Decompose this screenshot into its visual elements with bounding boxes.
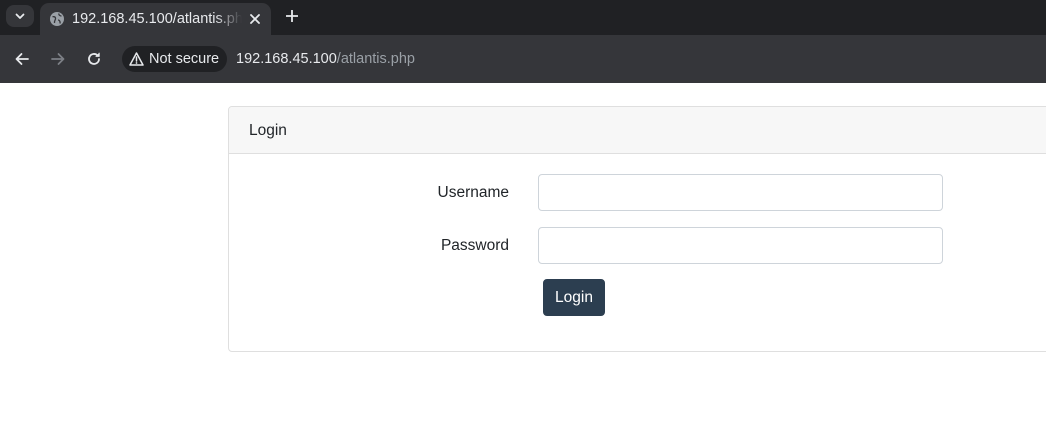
forward-button[interactable] xyxy=(46,47,70,71)
password-input[interactable] xyxy=(538,227,943,264)
page-content: Login Username Password Login xyxy=(0,83,1046,434)
browser-toolbar: Not secure 192.168.45.100/atlantis.php xyxy=(0,35,1046,83)
password-label: Password xyxy=(440,237,509,254)
username-input[interactable] xyxy=(538,174,943,211)
reload-button[interactable] xyxy=(82,47,106,71)
browser-tab[interactable]: 192.168.45.100/atlantis.php xyxy=(40,3,271,35)
card-header: Login xyxy=(229,107,1046,154)
security-label: Not secure xyxy=(149,51,220,67)
url-text[interactable]: 192.168.45.100/atlantis.php xyxy=(236,50,415,68)
url-path: /atlantis.php xyxy=(336,51,415,67)
username-label: Username xyxy=(437,184,510,201)
tab-title: 192.168.45.100/atlantis.php xyxy=(72,11,242,27)
globe-icon xyxy=(50,12,64,26)
card-title: Login xyxy=(249,122,287,139)
plus-icon xyxy=(286,10,298,22)
back-button[interactable] xyxy=(10,47,34,71)
login-button[interactable]: Login xyxy=(543,279,605,316)
url-host: 192.168.45.100 xyxy=(236,51,337,67)
tab-search-button[interactable] xyxy=(6,5,34,27)
arrow-right-icon xyxy=(51,53,65,65)
tab-strip: 192.168.45.100/atlantis.php xyxy=(0,0,1046,35)
site-info-button[interactable]: Not secure xyxy=(122,46,228,72)
warning-triangle-icon xyxy=(128,51,144,67)
chevron-down-icon xyxy=(15,13,25,19)
address-bar[interactable]: Not secure 192.168.45.100/atlantis.php xyxy=(118,43,1046,75)
close-icon xyxy=(250,14,260,24)
new-tab-button[interactable] xyxy=(281,5,303,27)
login-card: Login Username Password Login xyxy=(228,106,1046,352)
tab-close-button[interactable] xyxy=(247,11,263,27)
reload-icon xyxy=(88,52,100,65)
arrow-left-icon xyxy=(15,53,29,65)
